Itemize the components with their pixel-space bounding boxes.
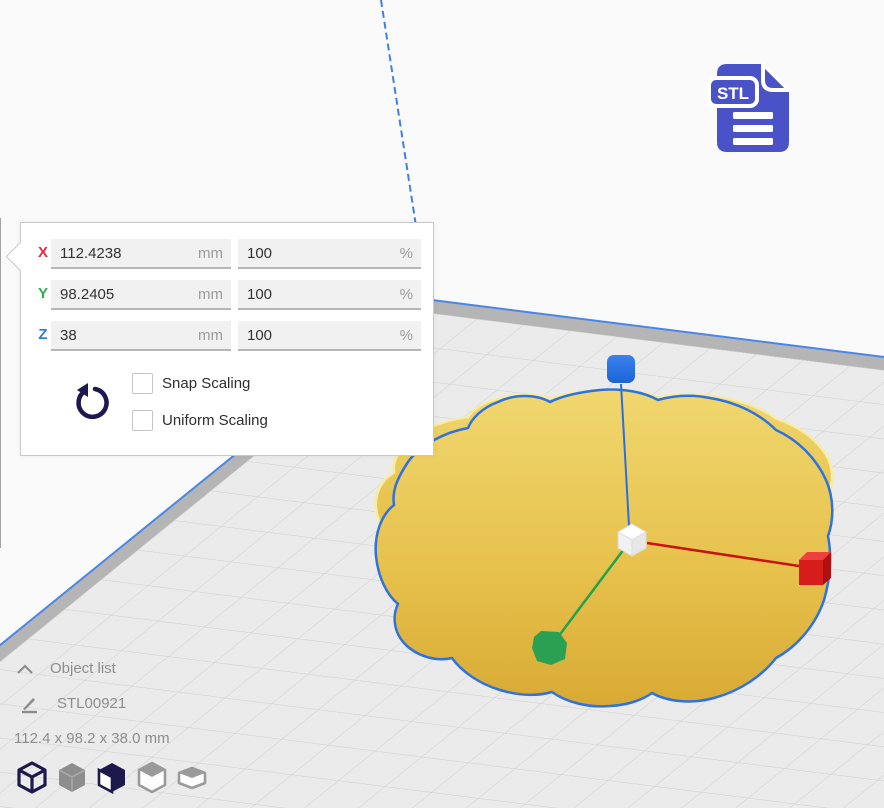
scale-z-percent-input[interactable] xyxy=(238,321,421,349)
left-panel-border xyxy=(0,218,1,548)
ghost-cube-icon xyxy=(136,760,168,796)
model-selection-outline xyxy=(376,389,833,706)
model-stl00921[interactable] xyxy=(376,389,833,706)
uniform-scaling-label: Uniform Scaling xyxy=(162,412,268,429)
object-list-title: Object list xyxy=(50,660,116,677)
scale-handle-x[interactable] xyxy=(799,552,831,585)
view-mode-wireframe-button[interactable] xyxy=(16,760,48,796)
view-mode-ghost-button[interactable] xyxy=(136,760,168,796)
pencil-icon xyxy=(20,695,40,715)
stl-file-icon: STL xyxy=(703,56,807,160)
scale-y-percent-input[interactable] xyxy=(238,280,421,308)
snap-scaling-label: Snap Scaling xyxy=(162,375,250,392)
solid-cube-icon xyxy=(56,760,88,796)
scale-y-mm-input[interactable] xyxy=(51,280,231,308)
reset-scale-button[interactable] xyxy=(69,381,113,425)
object-list-item[interactable]: STL00921 xyxy=(14,694,234,716)
scale-handle-z[interactable] xyxy=(607,355,635,383)
uniform-scaling-checkbox[interactable] xyxy=(132,410,153,431)
view-mode-xray-button[interactable] xyxy=(96,760,128,796)
scale-row-y: Y mm % xyxy=(21,280,433,310)
axis-y-label: Y xyxy=(33,285,53,302)
stl-icon-label: STL xyxy=(717,84,749,103)
scale-row-x: X mm % xyxy=(21,239,433,269)
object-dimensions: 112.4 x 98.2 x 38.0 mm xyxy=(14,730,170,747)
object-list-header[interactable]: Object list xyxy=(14,659,214,681)
snap-scaling-checkbox[interactable] xyxy=(132,373,153,394)
layer-cube-icon xyxy=(176,760,208,796)
reset-icon xyxy=(71,382,111,422)
scale-z-mm-input[interactable] xyxy=(51,321,231,349)
object-item-name: STL00921 xyxy=(57,695,126,712)
axis-x-label: X xyxy=(33,244,53,261)
view-mode-layer-button[interactable] xyxy=(176,760,208,796)
axis-z-label: Z xyxy=(33,326,53,343)
chevron-up-icon xyxy=(16,663,34,677)
view-mode-toolbar xyxy=(16,760,208,796)
view-mode-solid-button[interactable] xyxy=(56,760,88,796)
scale-tool-panel: X mm % Y mm % Z mm % xyxy=(20,222,434,456)
scale-x-mm-input[interactable] xyxy=(51,239,231,267)
scale-x-percent-input[interactable] xyxy=(238,239,421,267)
scale-row-z: Z mm % xyxy=(21,321,433,351)
wireframe-cube-icon xyxy=(16,760,48,796)
xray-cube-icon xyxy=(96,760,128,796)
scale-handle-y[interactable] xyxy=(532,631,567,665)
